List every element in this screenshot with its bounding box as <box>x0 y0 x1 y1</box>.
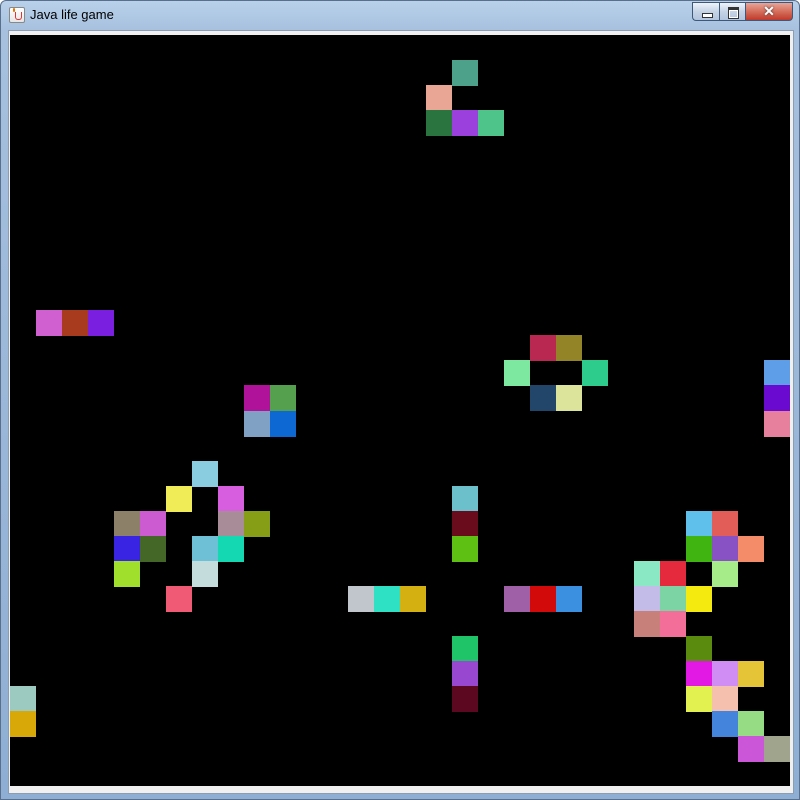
live-cell[interactable] <box>686 585 712 612</box>
live-cell[interactable] <box>764 385 790 412</box>
live-cell[interactable] <box>452 510 478 537</box>
live-cell[interactable] <box>114 510 140 537</box>
live-cell[interactable] <box>634 585 660 612</box>
live-cell[interactable] <box>738 535 764 562</box>
live-cell[interactable] <box>244 410 270 437</box>
live-cell[interactable] <box>712 685 738 712</box>
live-cell[interactable] <box>478 110 504 137</box>
live-cell[interactable] <box>660 585 686 612</box>
live-cell[interactable] <box>166 585 192 612</box>
live-cell[interactable] <box>686 510 712 537</box>
live-cell[interactable] <box>556 335 582 362</box>
live-cell[interactable] <box>36 310 62 337</box>
live-cell[interactable] <box>634 560 660 587</box>
live-cell[interactable] <box>738 660 764 687</box>
window-controls: ✕ <box>692 2 793 21</box>
live-cell[interactable] <box>530 585 556 612</box>
life-board[interactable] <box>10 35 790 786</box>
live-cell[interactable] <box>270 410 296 437</box>
live-cell[interactable] <box>556 385 582 412</box>
live-cell[interactable] <box>686 635 712 662</box>
live-cell[interactable] <box>660 610 686 637</box>
live-cell[interactable] <box>712 710 738 737</box>
live-cell[interactable] <box>10 710 36 737</box>
close-icon: ✕ <box>763 3 775 19</box>
live-cell[interactable] <box>686 535 712 562</box>
live-cell[interactable] <box>504 585 530 612</box>
live-cell[interactable] <box>452 110 478 137</box>
live-cell[interactable] <box>114 560 140 587</box>
live-cell[interactable] <box>712 535 738 562</box>
live-cell[interactable] <box>452 635 478 662</box>
live-cell[interactable] <box>192 460 218 487</box>
live-cell[interactable] <box>114 535 140 562</box>
live-cell[interactable] <box>530 335 556 362</box>
live-cell[interactable] <box>504 360 530 387</box>
live-cell[interactable] <box>712 560 738 587</box>
live-cell[interactable] <box>660 560 686 587</box>
live-cell[interactable] <box>192 560 218 587</box>
live-cell[interactable] <box>452 60 478 87</box>
live-cell[interactable] <box>270 385 296 412</box>
live-cell[interactable] <box>348 585 374 612</box>
live-cell[interactable] <box>556 585 582 612</box>
live-cell[interactable] <box>166 485 192 512</box>
minimize-icon <box>702 13 713 18</box>
live-cell[interactable] <box>62 310 88 337</box>
live-cell[interactable] <box>452 660 478 687</box>
live-cell[interactable] <box>218 535 244 562</box>
title-bar[interactable]: Java life game ✕ <box>1 1 799 29</box>
live-cell[interactable] <box>374 585 400 612</box>
maximize-icon <box>728 7 739 19</box>
live-cell[interactable] <box>764 735 790 762</box>
live-cell[interactable] <box>192 535 218 562</box>
live-cell[interactable] <box>686 685 712 712</box>
close-button[interactable]: ✕ <box>746 2 793 21</box>
live-cell[interactable] <box>634 610 660 637</box>
live-cell[interactable] <box>426 110 452 137</box>
live-cell[interactable] <box>400 585 426 612</box>
minimize-button[interactable] <box>692 2 719 21</box>
live-cell[interactable] <box>530 385 556 412</box>
live-cell[interactable] <box>88 310 114 337</box>
live-cell[interactable] <box>426 85 452 112</box>
live-cell[interactable] <box>218 485 244 512</box>
live-cell[interactable] <box>140 510 166 537</box>
live-cell[interactable] <box>738 710 764 737</box>
live-cell[interactable] <box>452 535 478 562</box>
live-cell[interactable] <box>712 660 738 687</box>
maximize-button[interactable] <box>719 2 746 21</box>
live-cell[interactable] <box>582 360 608 387</box>
java-app-icon[interactable] <box>9 7 25 23</box>
live-cell[interactable] <box>738 735 764 762</box>
live-cell[interactable] <box>244 385 270 412</box>
live-cell[interactable] <box>10 685 36 712</box>
window-title: Java life game <box>30 7 114 22</box>
live-cell[interactable] <box>218 510 244 537</box>
live-cell[interactable] <box>764 410 790 437</box>
live-cell[interactable] <box>686 660 712 687</box>
live-cell[interactable] <box>452 485 478 512</box>
live-cell[interactable] <box>712 510 738 537</box>
live-cell[interactable] <box>452 685 478 712</box>
live-cell[interactable] <box>140 535 166 562</box>
live-cell[interactable] <box>244 510 270 537</box>
live-cell[interactable] <box>764 360 790 387</box>
